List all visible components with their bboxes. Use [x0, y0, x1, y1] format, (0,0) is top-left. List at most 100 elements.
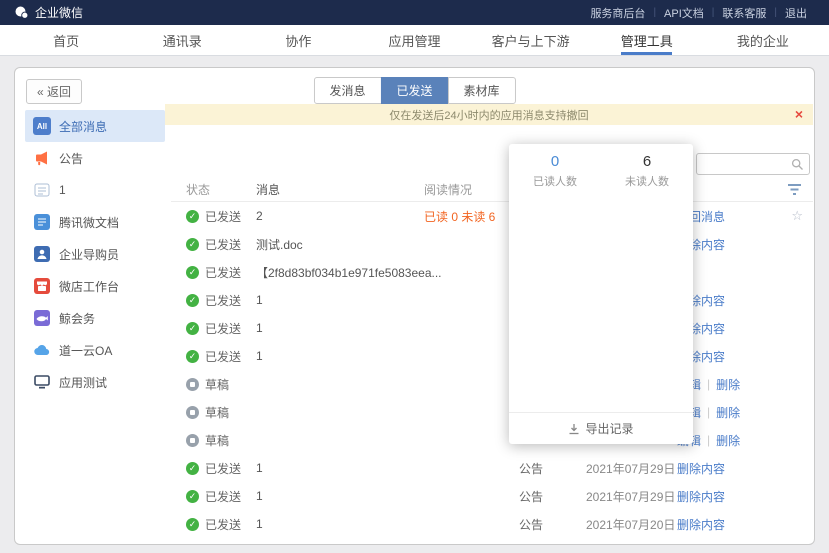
page: 企业微信 服务商后台 | API文档 | 联系客服 | 退出 首页 通讯录 协作… — [0, 0, 829, 553]
sidebar-item-shopping-guide[interactable]: 企业导购员 — [25, 238, 165, 270]
action-link[interactable]: 删除 — [716, 404, 740, 421]
action-link[interactable]: 删除内容 — [677, 488, 725, 505]
time-cell: 2021年07月20日 — [586, 516, 677, 533]
topbar-link-service-console[interactable]: 服务商后台 — [582, 5, 653, 21]
export-records-label: 导出记录 — [585, 420, 633, 437]
draft-icon — [186, 378, 199, 391]
sidebar-item-tencent-docs[interactable]: 腾讯微文档 — [25, 206, 165, 238]
export-records-button[interactable]: 导出记录 — [509, 412, 693, 444]
action-link[interactable]: 删除 — [716, 376, 740, 393]
header-status: 状态 — [186, 181, 256, 198]
read-status-cell: 已读 0 未读 6 — [424, 208, 519, 225]
nav-item-my-company[interactable]: 我的企业 — [705, 25, 821, 55]
draft-dot — [190, 410, 195, 415]
topbar-link-contact-support[interactable]: 联系客服 — [714, 5, 774, 21]
action-cell: 删除内容 — [677, 292, 805, 309]
sent-check-icon: ✓ — [186, 462, 199, 475]
table-header: 状态 消息 阅读情况 — [171, 178, 813, 202]
unread-count-value: 6 — [601, 153, 693, 170]
tab-send-message[interactable]: 发消息 — [313, 77, 381, 104]
sidebar-item-whale-events[interactable]: 鲸会务 — [25, 302, 165, 334]
message-cell: 1 — [256, 321, 424, 335]
nav-item-customers[interactable]: 客户与上下游 — [473, 25, 589, 55]
back-label: 返回 — [47, 85, 71, 99]
sidebar-item-label: 鲸会务 — [59, 310, 95, 327]
status-label: 已发送 — [205, 292, 241, 309]
message-cell: 1 — [256, 517, 424, 531]
app-cell: 公告 — [519, 460, 586, 477]
brand-name: 企业微信 — [35, 4, 83, 21]
document-icon — [33, 213, 51, 231]
read-count-stat[interactable]: 0 已读人数 — [509, 153, 601, 189]
topbar-link-api-docs[interactable]: API文档 — [656, 5, 712, 21]
header-read-status: 阅读情况 — [424, 181, 519, 198]
action-cell: 编辑|删除 — [677, 404, 805, 421]
sent-check-icon: ✓ — [186, 322, 199, 335]
nav-item-collaboration[interactable]: 协作 — [240, 25, 356, 55]
sidebar-item-daoyiyun-oa[interactable]: 道一云OA — [25, 334, 165, 366]
sidebar-item-1[interactable]: 1 — [25, 174, 165, 206]
status-label: 已发送 — [205, 488, 241, 505]
nav-item-admin-tools[interactable]: 管理工具 — [589, 25, 705, 55]
filter-icon[interactable] — [788, 184, 801, 195]
table-row: 草稿 编辑|删除 — [171, 398, 813, 426]
read-count-label: 已读人数 — [509, 173, 601, 189]
app-cell: 公告 — [519, 516, 586, 533]
topbar-link-logout[interactable]: 退出 — [777, 5, 815, 21]
popup-stats: 0 已读人数 6 未读人数 — [509, 144, 693, 189]
brand: 企业微信 — [14, 4, 83, 21]
status-cell: ✓已发送 — [186, 320, 256, 337]
back-button[interactable]: « 返回 — [26, 79, 82, 104]
table-row: 草稿编辑|删除 — [171, 370, 813, 398]
status-label: 已发送 — [205, 264, 241, 281]
read-status-link[interactable]: 已读 0 未读 6 — [424, 210, 495, 224]
action-link[interactable]: 删除内容 — [677, 460, 725, 477]
message-cell: 1 — [256, 489, 424, 503]
favorite-star-icon[interactable]: ☆ — [791, 208, 803, 224]
sidebar-item-announcement[interactable]: 公告 — [25, 142, 165, 174]
nav-item-app-management[interactable]: 应用管理 — [356, 25, 472, 55]
tab-sent[interactable]: 已发送 — [380, 77, 448, 104]
message-cell: 【2f8d83bf034b1e971fe5083eea... — [256, 264, 424, 281]
status-cell: ✓已发送 — [186, 460, 256, 477]
sidebar-item-label: 腾讯微文档 — [59, 214, 119, 231]
status-cell: ✓已发送 — [186, 264, 256, 281]
sidebar-item-app-test[interactable]: 应用测试 — [25, 366, 165, 398]
sent-check-icon: ✓ — [186, 350, 199, 363]
table-row: ✓已发送1公告2021年07月29日删除内容 — [171, 454, 813, 482]
sidebar-item-label: 应用测试 — [59, 374, 107, 391]
status-label: 草稿 — [205, 376, 229, 393]
cloud-icon — [33, 341, 51, 359]
action-cell: 删除内容 — [677, 236, 805, 253]
action-cell: 删除内容 — [677, 460, 805, 477]
list-icon — [33, 181, 51, 199]
whale-icon — [33, 309, 51, 327]
status-cell: ✓ 已发送 — [186, 292, 256, 309]
notice-text: 仅在发送后24小时内的应用消息支持撤回 — [389, 107, 588, 123]
tab-material-library[interactable]: 素材库 — [448, 77, 516, 104]
sidebar-item-weidian-workbench[interactable]: 微店工作台 — [25, 270, 165, 302]
nav-item-home[interactable]: 首页 — [8, 25, 124, 55]
status-label: 草稿 — [205, 404, 229, 421]
sent-check-icon: ✓ — [186, 294, 199, 307]
sidebar-item-label: 道一云OA — [59, 342, 112, 359]
action-separator: | — [707, 377, 710, 391]
search-icon — [791, 158, 804, 176]
status-cell: ✓已发送 — [186, 236, 256, 253]
action-cell: 撤回消息☆ — [677, 208, 805, 225]
close-icon[interactable]: × — [795, 106, 803, 122]
action-cell: 编辑|删除 — [677, 376, 805, 393]
status-cell: ✓已发送 — [186, 208, 256, 225]
status-cell: ✓已发送 — [186, 488, 256, 505]
action-link[interactable]: 删除内容 — [677, 516, 725, 533]
nav-item-contacts[interactable]: 通讯录 — [124, 25, 240, 55]
action-link[interactable]: 删除 — [716, 432, 740, 449]
message-table: 状态 消息 阅读情况 ✓已发送2已读 0 未读 6撤回消息☆✓已发送测试.doc… — [171, 178, 813, 544]
status-cell: 草稿 — [186, 432, 256, 449]
unread-count-stat[interactable]: 6 未读人数 — [601, 153, 693, 189]
sidebar-item-all-messages[interactable]: All 全部消息 — [25, 110, 165, 142]
message-cell: 2 — [256, 209, 424, 223]
unread-count-label: 未读人数 — [601, 173, 693, 189]
table-row: 草稿编辑|删除 — [171, 426, 813, 454]
topbar-links: 服务商后台 | API文档 | 联系客服 | 退出 — [582, 5, 815, 21]
